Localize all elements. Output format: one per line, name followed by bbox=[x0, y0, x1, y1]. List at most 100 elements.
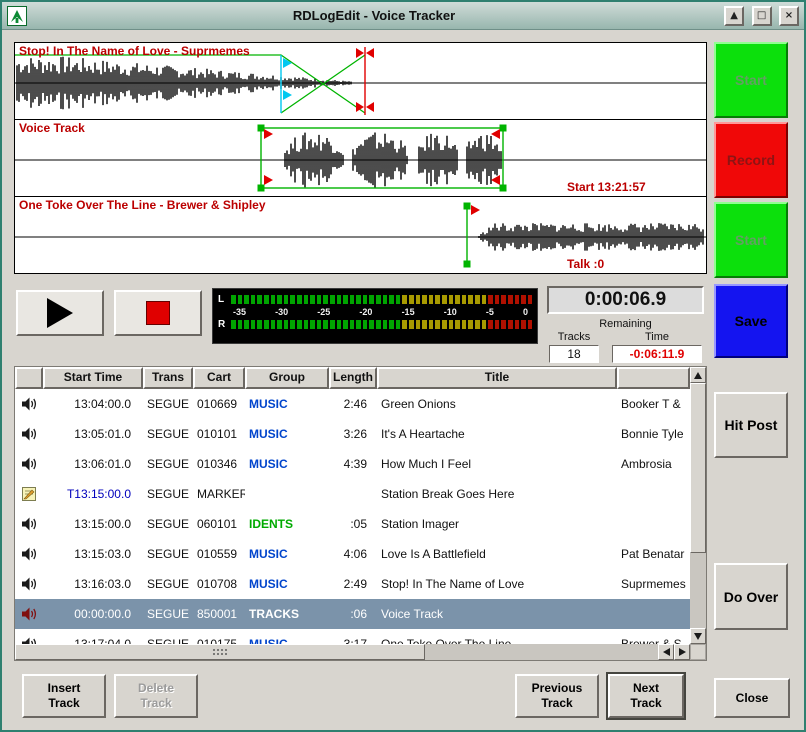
scrollbar-corner bbox=[690, 644, 706, 660]
column-header[interactable]: Trans bbox=[143, 367, 193, 389]
transition: SEGUE bbox=[143, 517, 193, 531]
column-header[interactable] bbox=[15, 367, 43, 389]
time-remaining-value: -0:06:11.9 bbox=[612, 345, 702, 363]
hit-post-button[interactable]: Hit Post bbox=[714, 392, 788, 458]
play-icon bbox=[47, 298, 73, 328]
shade-button[interactable]: ▲ bbox=[724, 6, 744, 26]
log-row[interactable]: 13:04:00.0SEGUE010669MUSIC2:46Green Onio… bbox=[15, 389, 690, 419]
do-over-button[interactable]: Do Over bbox=[714, 563, 788, 630]
log-row[interactable]: 13:05:01.0SEGUE010101MUSIC3:26It's A Hea… bbox=[15, 419, 690, 449]
log-header: Start TimeTransCartGroupLengthTitle bbox=[15, 367, 690, 389]
title: Green Onions bbox=[377, 397, 617, 411]
column-header[interactable]: Group bbox=[245, 367, 329, 389]
voice-tracker-window: RDLogEdit - Voice Tracker ▲ □ × Stop! In… bbox=[0, 0, 806, 732]
next-track-button[interactable]: Next Track bbox=[608, 674, 684, 718]
cart-number: 850001 bbox=[193, 607, 245, 621]
incoming-track-talk-annotation: Talk :0 bbox=[567, 257, 604, 271]
length: 2:46 bbox=[329, 397, 377, 411]
log-row[interactable]: 13:17:04.0SEGUE010175MUSIC3:17One Toke O… bbox=[15, 629, 690, 644]
title: Station Imager bbox=[377, 517, 617, 531]
insert-track-button[interactable]: Insert Track bbox=[22, 674, 106, 718]
scroll-up-button[interactable] bbox=[690, 367, 706, 383]
deck-incoming-track: One Toke Over The Line - Brewer & Shiple… bbox=[14, 196, 707, 274]
cart-number: 060101 bbox=[193, 517, 245, 531]
transition: SEGUE bbox=[143, 547, 193, 561]
column-header[interactable]: Cart bbox=[193, 367, 245, 389]
log-row[interactable]: 13:16:03.0SEGUE010708MUSIC2:49Stop! In T… bbox=[15, 569, 690, 599]
scroll-right-button[interactable] bbox=[674, 644, 690, 660]
transition: SEGUE bbox=[143, 487, 193, 501]
cart-number: 010101 bbox=[193, 427, 245, 441]
length: :05 bbox=[329, 517, 377, 531]
arrow-down-icon bbox=[694, 633, 702, 640]
log-row[interactable]: 00:00:00.0SEGUE850001TRACKS:06Voice Trac… bbox=[15, 599, 690, 629]
horizontal-scrollbar[interactable] bbox=[15, 644, 690, 660]
log-body: 13:04:00.0SEGUE010669MUSIC2:46Green Onio… bbox=[15, 389, 690, 644]
arrow-right-icon bbox=[679, 648, 686, 656]
group: MUSIC bbox=[245, 577, 329, 591]
group: IDENTS bbox=[245, 517, 329, 531]
title: One Toke Over The Line bbox=[377, 637, 617, 644]
titlebar-buttons: ▲ □ × bbox=[721, 5, 799, 26]
speaker-icon bbox=[15, 396, 43, 412]
waveform-decks: Stop! In The Name of Love - Suprmemes Vo… bbox=[14, 42, 707, 274]
transition: SEGUE bbox=[143, 427, 193, 441]
column-header[interactable]: Start Time bbox=[43, 367, 143, 389]
group: MUSIC bbox=[245, 427, 329, 441]
artist: Brewer & S bbox=[617, 637, 690, 644]
group: MUSIC bbox=[245, 637, 329, 644]
speaker-icon bbox=[15, 636, 43, 644]
scroll-left-button[interactable] bbox=[658, 644, 674, 660]
play-button[interactable] bbox=[16, 290, 104, 336]
app-icon bbox=[7, 6, 27, 26]
meter-segments bbox=[231, 295, 532, 304]
group: TRACKS bbox=[245, 607, 329, 621]
length: 2:49 bbox=[329, 577, 377, 591]
start-outgoing-button[interactable]: Start bbox=[714, 42, 788, 118]
log-row[interactable]: 13:15:00.0SEGUE060101IDENTS:05Station Im… bbox=[15, 509, 690, 539]
title: How Much I Feel bbox=[377, 457, 617, 471]
maximize-button[interactable]: □ bbox=[752, 6, 772, 26]
cart-number: 010708 bbox=[193, 577, 245, 591]
log-row[interactable]: 13:06:01.0SEGUE010346MUSIC4:39How Much I… bbox=[15, 449, 690, 479]
title: Love Is A Battlefield bbox=[377, 547, 617, 561]
cart-number: 010559 bbox=[193, 547, 245, 561]
transition: SEGUE bbox=[143, 397, 193, 411]
remaining-label: Remaining bbox=[547, 318, 704, 330]
start-incoming-button[interactable]: Start bbox=[714, 202, 788, 278]
scroll-down-button[interactable] bbox=[690, 628, 706, 644]
speaker-icon bbox=[15, 456, 43, 472]
start-time: 13:06:01.0 bbox=[43, 457, 143, 471]
log-row[interactable]: T13:15:00.0SEGUEMARKERStation Break Goes… bbox=[15, 479, 690, 509]
previous-track-button[interactable]: Previous Track bbox=[515, 674, 599, 718]
title: Station Break Goes Here bbox=[377, 487, 617, 501]
arrow-left-icon bbox=[663, 648, 670, 656]
stop-button[interactable] bbox=[114, 290, 202, 336]
close-button[interactable]: Close bbox=[714, 678, 790, 718]
start-time: 13:15:03.0 bbox=[43, 547, 143, 561]
incoming-track-title: One Toke Over The Line - Brewer & Shiple… bbox=[19, 198, 266, 212]
artist: Booker T & bbox=[617, 397, 690, 411]
stop-icon bbox=[146, 301, 170, 325]
remaining-panel: Remaining Tracks 18 Time -0:06:11.9 bbox=[547, 318, 704, 363]
transition: SEGUE bbox=[143, 457, 193, 471]
log-row[interactable]: 13:15:03.0SEGUE010559MUSIC4:06Love Is A … bbox=[15, 539, 690, 569]
close-window-button[interactable]: × bbox=[779, 6, 799, 26]
length: 4:39 bbox=[329, 457, 377, 471]
vertical-scroll-thumb[interactable] bbox=[690, 383, 706, 553]
artist: Pat Benatar bbox=[617, 547, 690, 561]
save-button[interactable]: Save bbox=[714, 284, 788, 358]
title: It's A Heartache bbox=[377, 427, 617, 441]
column-header[interactable] bbox=[617, 367, 690, 389]
start-time: 13:04:00.0 bbox=[43, 397, 143, 411]
meter-scale: -35-30-25-20-15-10-50 bbox=[218, 305, 532, 318]
meter-segments bbox=[231, 320, 532, 329]
vertical-scrollbar[interactable] bbox=[690, 367, 706, 644]
transition: SEGUE bbox=[143, 577, 193, 591]
record-button[interactable]: Record bbox=[714, 122, 788, 198]
column-header[interactable]: Length bbox=[329, 367, 377, 389]
column-header[interactable]: Title bbox=[377, 367, 617, 389]
titlebar[interactable]: RDLogEdit - Voice Tracker ▲ □ × bbox=[2, 2, 804, 30]
horizontal-scroll-thumb[interactable] bbox=[15, 644, 425, 660]
title: Stop! In The Name of Love bbox=[377, 577, 617, 591]
